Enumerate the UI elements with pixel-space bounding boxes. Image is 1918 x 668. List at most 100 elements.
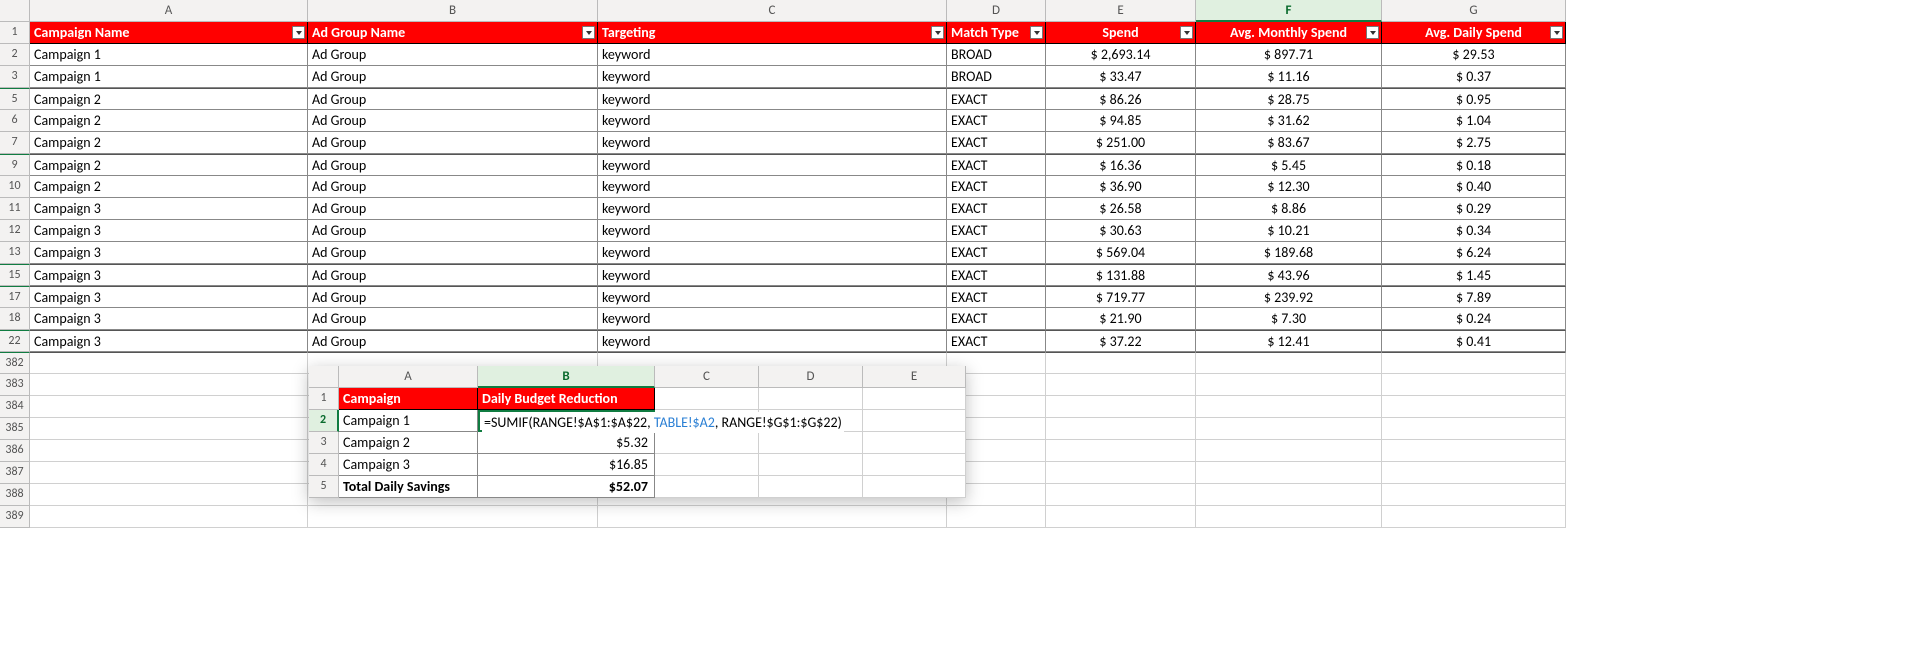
row-header-388[interactable]: 388 — [0, 484, 30, 506]
row-header-3[interactable]: 3 — [0, 66, 30, 88]
column-header-G[interactable]: G — [1382, 0, 1566, 22]
cell-G12[interactable]: $ 0.34 — [1382, 220, 1566, 242]
inner-cell-C3[interactable] — [655, 432, 759, 454]
row-header-385[interactable]: 385 — [0, 418, 30, 440]
cell-C17[interactable]: keyword — [598, 286, 947, 308]
table-header-F[interactable]: Avg. Monthly Spend — [1196, 22, 1382, 44]
cell-G6[interactable]: $ 1.04 — [1382, 110, 1566, 132]
table-header-E[interactable]: Spend — [1046, 22, 1196, 44]
cell-A10[interactable]: Campaign 2 — [30, 176, 308, 198]
filter-dropdown-icon[interactable] — [1180, 26, 1193, 39]
row-header-22[interactable]: 22 — [0, 330, 30, 352]
inner-row-header-4[interactable]: 4 — [309, 454, 339, 476]
cell-F3[interactable]: $ 11.16 — [1196, 66, 1382, 88]
cell-B13[interactable]: Ad Group — [308, 242, 598, 264]
inner-cell-E3[interactable] — [863, 432, 966, 454]
cell-B389[interactable] — [308, 506, 598, 528]
cell-C2[interactable]: keyword — [598, 44, 947, 66]
row-header-386[interactable]: 386 — [0, 440, 30, 462]
inner-header-A[interactable]: Campaign — [339, 388, 478, 410]
cell-C11[interactable]: keyword — [598, 198, 947, 220]
cell-F387[interactable] — [1196, 462, 1382, 484]
inner-cell-C4[interactable] — [655, 454, 759, 476]
cell-F17[interactable]: $ 239.92 — [1196, 286, 1382, 308]
cell-G388[interactable] — [1382, 484, 1566, 506]
filter-dropdown-icon[interactable] — [1366, 26, 1379, 39]
cell-B12[interactable]: Ad Group — [308, 220, 598, 242]
column-header-F[interactable]: F — [1196, 0, 1382, 22]
cell-A5[interactable]: Campaign 2 — [30, 88, 308, 110]
cell-C9[interactable]: keyword — [598, 154, 947, 176]
cell-C13[interactable]: keyword — [598, 242, 947, 264]
cell-F5[interactable]: $ 28.75 — [1196, 88, 1382, 110]
cell-F18[interactable]: $ 7.30 — [1196, 308, 1382, 330]
cell-A15[interactable]: Campaign 3 — [30, 264, 308, 286]
column-header-C[interactable]: C — [598, 0, 947, 22]
cell-D2[interactable]: BROAD — [947, 44, 1046, 66]
inner-cell-A3[interactable]: Campaign 2 — [339, 432, 478, 454]
row-header-15[interactable]: 15 — [0, 264, 30, 286]
cell-G386[interactable] — [1382, 440, 1566, 462]
cell-B15[interactable]: Ad Group — [308, 264, 598, 286]
cell-F383[interactable] — [1196, 374, 1382, 396]
row-header-9[interactable]: 9 — [0, 154, 30, 176]
cell-G387[interactable] — [1382, 462, 1566, 484]
cell-G9[interactable]: $ 0.18 — [1382, 154, 1566, 176]
cell-E22[interactable]: $ 37.22 — [1046, 330, 1196, 352]
cell-C6[interactable]: keyword — [598, 110, 947, 132]
inner-cell-B5[interactable]: $52.07 — [478, 476, 655, 498]
cell-A388[interactable] — [30, 484, 308, 506]
cell-F382[interactable] — [1196, 352, 1382, 374]
cell-F389[interactable] — [1196, 506, 1382, 528]
cell-B10[interactable]: Ad Group — [308, 176, 598, 198]
inner-cell-E2[interactable] — [863, 410, 966, 432]
cell-A384[interactable] — [30, 396, 308, 418]
inner-cell-E4[interactable] — [863, 454, 966, 476]
cell-D22[interactable]: EXACT — [947, 330, 1046, 352]
cell-C15[interactable]: keyword — [598, 264, 947, 286]
cell-C3[interactable]: keyword — [598, 66, 947, 88]
row-header-2[interactable]: 2 — [0, 44, 30, 66]
cell-A17[interactable]: Campaign 3 — [30, 286, 308, 308]
cell-A11[interactable]: Campaign 3 — [30, 198, 308, 220]
summary-table-window[interactable]: ABCDE1CampaignDaily Budget Reduction2Cam… — [309, 366, 966, 498]
filter-dropdown-icon[interactable] — [582, 26, 595, 39]
cell-G13[interactable]: $ 6.24 — [1382, 242, 1566, 264]
cell-G15[interactable]: $ 1.45 — [1382, 264, 1566, 286]
table-header-D[interactable]: Match Type — [947, 22, 1046, 44]
cell-G18[interactable]: $ 0.24 — [1382, 308, 1566, 330]
cell-F22[interactable]: $ 12.41 — [1196, 330, 1382, 352]
cell-D9[interactable]: EXACT — [947, 154, 1046, 176]
cell-F385[interactable] — [1196, 418, 1382, 440]
cell-A2[interactable]: Campaign 1 — [30, 44, 308, 66]
row-header-17[interactable]: 17 — [0, 286, 30, 308]
row-header-13[interactable]: 13 — [0, 242, 30, 264]
table-header-G[interactable]: Avg. Daily Spend — [1382, 22, 1566, 44]
cell-E18[interactable]: $ 21.90 — [1046, 308, 1196, 330]
cell-G383[interactable] — [1382, 374, 1566, 396]
select-all-corner[interactable] — [0, 0, 30, 22]
row-header-384[interactable]: 384 — [0, 396, 30, 418]
inner-cell-D3[interactable] — [759, 432, 863, 454]
inner-cell-A5[interactable]: Total Daily Savings — [339, 476, 478, 498]
row-header-6[interactable]: 6 — [0, 110, 30, 132]
cell-A9[interactable]: Campaign 2 — [30, 154, 308, 176]
cell-G389[interactable] — [1382, 506, 1566, 528]
cell-G17[interactable]: $ 7.89 — [1382, 286, 1566, 308]
cell-F384[interactable] — [1196, 396, 1382, 418]
summary-spreadsheet[interactable]: ABCDE1CampaignDaily Budget Reduction2Cam… — [309, 366, 966, 498]
cell-B6[interactable]: Ad Group — [308, 110, 598, 132]
inner-row-header-2[interactable]: 2 — [309, 410, 339, 432]
cell-D10[interactable]: EXACT — [947, 176, 1046, 198]
cell-E384[interactable] — [1046, 396, 1196, 418]
table-header-C[interactable]: Targeting — [598, 22, 947, 44]
inner-column-header-D[interactable]: D — [759, 366, 863, 388]
cell-B22[interactable]: Ad Group — [308, 330, 598, 352]
filter-dropdown-icon[interactable] — [1030, 26, 1043, 39]
cell-D12[interactable]: EXACT — [947, 220, 1046, 242]
cell-A386[interactable] — [30, 440, 308, 462]
cell-C18[interactable]: keyword — [598, 308, 947, 330]
cell-E2[interactable]: $ 2,693.14 — [1046, 44, 1196, 66]
cell-E385[interactable] — [1046, 418, 1196, 440]
cell-A22[interactable]: Campaign 3 — [30, 330, 308, 352]
